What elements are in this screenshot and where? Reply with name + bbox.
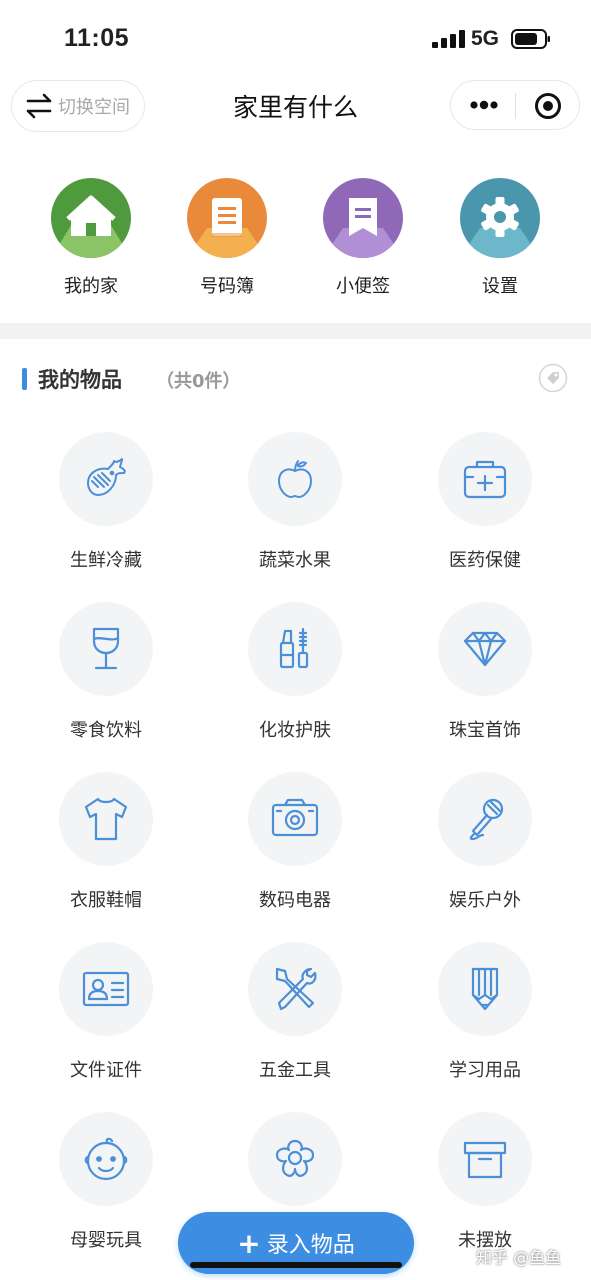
section-divider — [0, 323, 591, 339]
category-stationery[interactable]: 学习用品 — [390, 940, 580, 1110]
category-icon-bg — [59, 432, 153, 526]
category-label: 娱乐户外 — [449, 890, 521, 911]
add-item-label: 录入物品 — [266, 1233, 355, 1258]
flower-icon — [275, 1139, 315, 1177]
watermark: 知乎 @鱼鱼 — [476, 1248, 562, 1267]
category-label: 学习用品 — [449, 1060, 521, 1081]
pencil-icon — [471, 967, 499, 1011]
category-label: 化妆护肤 — [259, 720, 331, 741]
close-target-icon[interactable] — [534, 92, 562, 120]
item-count: （共0件） — [156, 371, 241, 392]
category-icon-bg — [59, 772, 153, 866]
category-icon-bg — [438, 1112, 532, 1206]
category-entertainment[interactable]: 娱乐户外 — [390, 770, 580, 940]
category-icon-bg — [248, 772, 342, 866]
more-icon[interactable] — [469, 95, 499, 115]
category-icon-bg — [59, 602, 153, 696]
notes-circle — [323, 178, 403, 258]
category-icon-bg — [438, 942, 532, 1036]
category-label: 五金工具 — [259, 1060, 331, 1081]
fish-icon — [87, 458, 126, 496]
phonebook-circle — [187, 178, 267, 258]
settings-circle — [460, 178, 540, 258]
category-icon-bg — [438, 432, 532, 526]
home-indicator — [190, 1262, 402, 1268]
category-icon-bg — [248, 432, 342, 526]
category-medicine[interactable]: 医药保健 — [390, 430, 580, 600]
category-cosmetics[interactable]: 化妆护肤 — [200, 600, 390, 770]
plus-icon: + — [237, 1226, 261, 1260]
quick-label-settings: 设置 — [482, 276, 518, 297]
capsule-divider — [515, 93, 516, 119]
category-label: 文件证件 — [70, 1060, 142, 1081]
category-icon-bg — [248, 942, 342, 1036]
category-icon-bg — [248, 1112, 342, 1206]
category-documents[interactable]: 文件证件 — [11, 940, 201, 1110]
wine-glass-icon — [92, 627, 120, 670]
status-time: 11:05 — [64, 24, 130, 52]
category-label: 医药保健 — [449, 550, 521, 571]
book-icon — [187, 198, 267, 258]
quick-item-phonebook[interactable]: 号码簿 — [167, 178, 287, 298]
category-icon-bg — [438, 602, 532, 696]
baby-icon — [84, 1137, 128, 1181]
section-accent-bar — [22, 368, 27, 390]
category-label: 珠宝首饰 — [449, 720, 521, 741]
mini-program-capsule — [450, 80, 580, 130]
network-label: 5G — [471, 27, 500, 50]
category-label: 数码电器 — [259, 890, 331, 911]
id-card-icon — [82, 971, 130, 1007]
box-icon — [463, 1141, 507, 1179]
lipstick-icon — [279, 627, 309, 669]
category-snacks[interactable]: 零食饮料 — [11, 600, 201, 770]
quick-item-settings[interactable]: 设置 — [440, 178, 560, 298]
quick-item-notes[interactable]: 小便签 — [303, 178, 423, 298]
signal-icon — [432, 30, 465, 48]
category-jewelry[interactable]: 珠宝首饰 — [390, 600, 580, 770]
category-icon-bg — [248, 602, 342, 696]
tag-icon[interactable] — [538, 363, 568, 393]
category-icon-bg — [438, 772, 532, 866]
category-label: 母婴玩具 — [70, 1230, 142, 1251]
quick-label-home: 我的家 — [64, 276, 118, 297]
apple-icon — [278, 460, 312, 498]
quick-label-phonebook: 号码簿 — [200, 276, 254, 297]
camera-icon — [271, 798, 319, 837]
category-label: 衣服鞋帽 — [70, 890, 142, 911]
category-icon-bg — [59, 942, 153, 1036]
category-digital[interactable]: 数码电器 — [200, 770, 390, 940]
quick-item-home[interactable]: 我的家 — [31, 178, 151, 298]
category-label: 蔬菜水果 — [259, 550, 331, 571]
category-baby[interactable]: 母婴玩具 — [11, 1110, 201, 1280]
tools-icon — [275, 967, 317, 1011]
medkit-icon — [463, 460, 507, 499]
diamond-icon — [463, 631, 507, 667]
microphone-icon — [469, 798, 504, 841]
quick-label-notes: 小便签 — [336, 276, 390, 297]
category-label: 零食饮料 — [70, 720, 142, 741]
category-hardware[interactable]: 五金工具 — [200, 940, 390, 1110]
my-items-header: 我的物品 （共0件） — [0, 360, 591, 400]
nav-bar: 切换空间 家里有什么 — [0, 80, 591, 132]
battery-icon — [511, 29, 550, 49]
tshirt-icon — [84, 797, 128, 841]
section-title: 我的物品 — [38, 368, 122, 392]
category-icon-bg — [59, 1112, 153, 1206]
category-label: 生鲜冷藏 — [70, 550, 142, 571]
category-vegetables[interactable]: 蔬菜水果 — [200, 430, 390, 600]
note-icon — [323, 198, 403, 258]
category-fresh[interactable]: 生鲜冷藏 — [11, 430, 201, 600]
category-clothes[interactable]: 衣服鞋帽 — [11, 770, 201, 940]
gear-icon — [460, 197, 540, 258]
status-bar: 11:05 5G — [0, 0, 591, 80]
home-circle — [51, 178, 131, 258]
home-icon — [51, 195, 131, 258]
quick-entries: 我的家 号码簿 小便签 设置 — [0, 150, 591, 310]
